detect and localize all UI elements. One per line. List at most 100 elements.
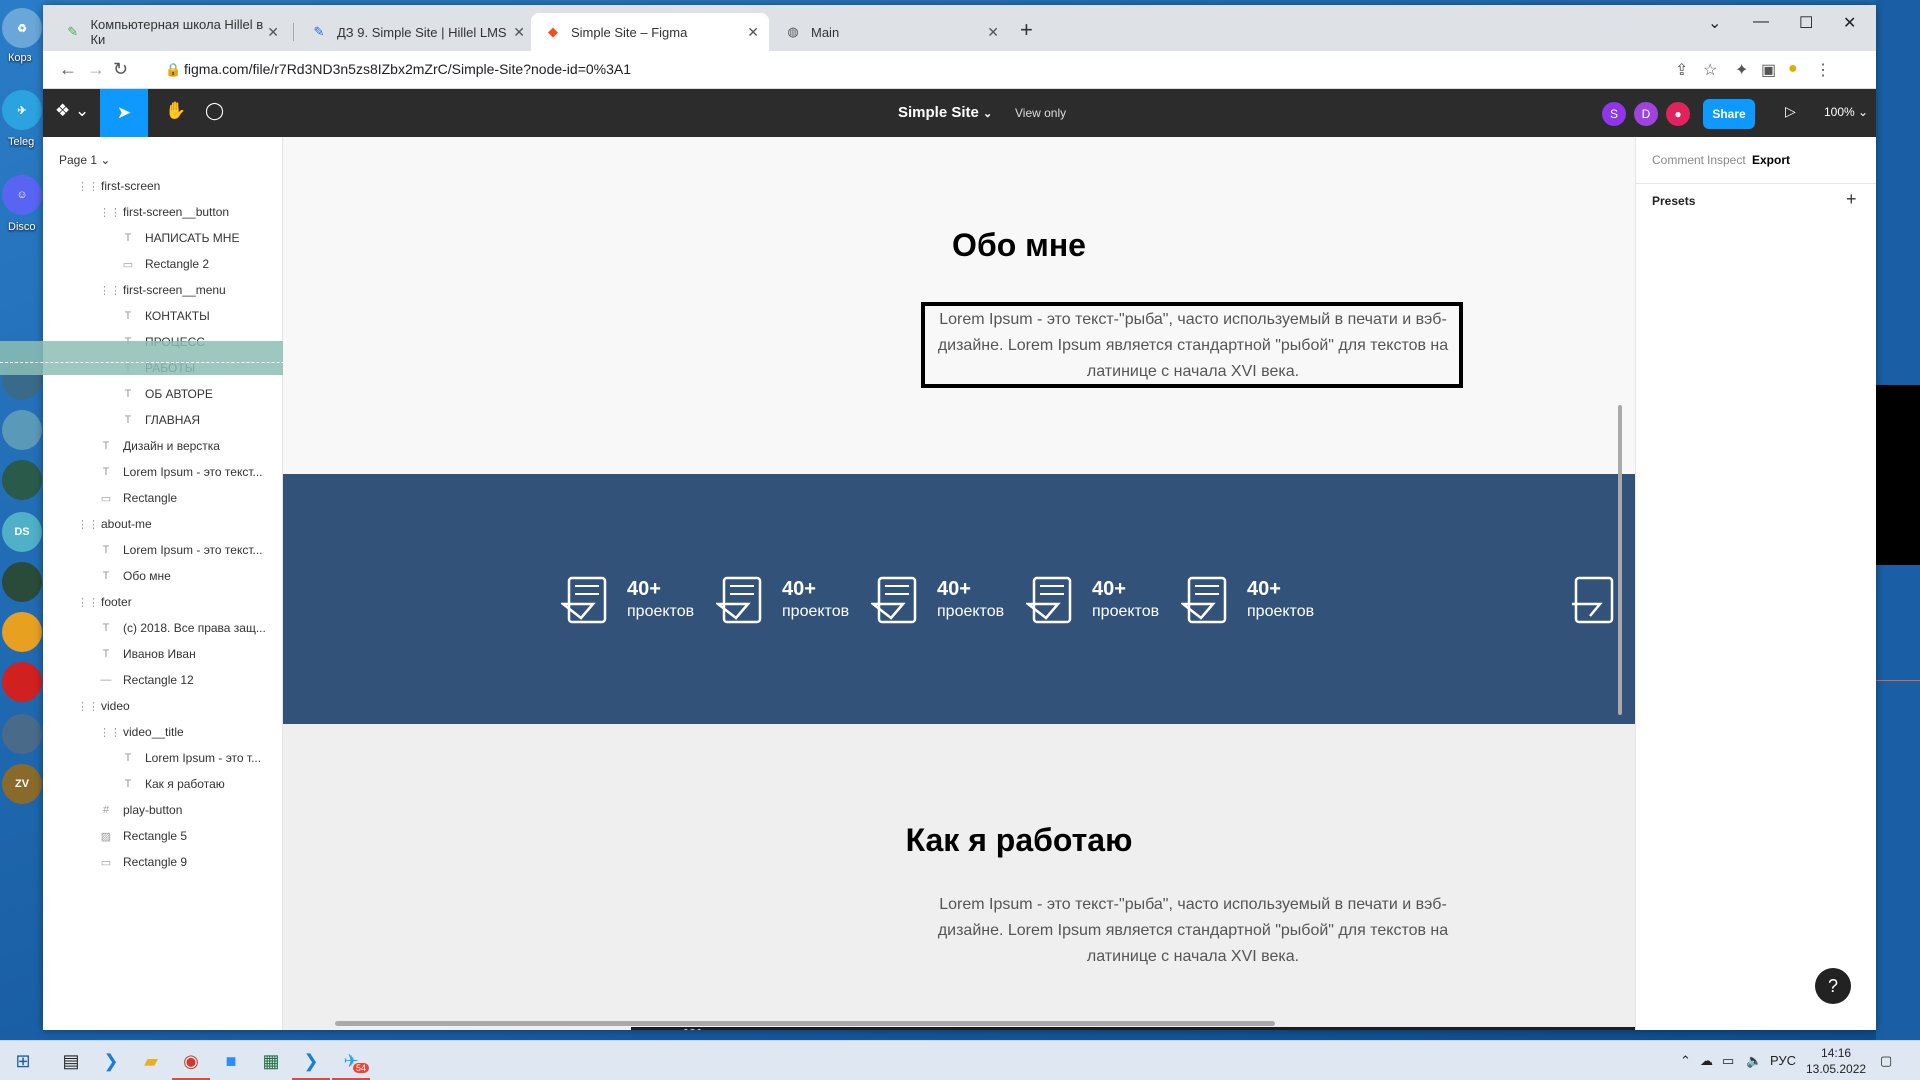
avatar[interactable]: ● bbox=[1666, 102, 1690, 126]
tray-chevron-icon[interactable]: ⌃ bbox=[1680, 1053, 1691, 1069]
menu-kebab-icon[interactable]: ⋮ bbox=[1815, 60, 1831, 80]
layer-item[interactable]: ▭ Rectangle 9 bbox=[99, 849, 187, 875]
layer-item[interactable]: T ГЛАВНАЯ bbox=[121, 407, 200, 433]
document-title[interactable]: Simple Site ⌄ bbox=[898, 104, 992, 121]
extension-bulb-icon[interactable]: ● bbox=[1788, 60, 1798, 78]
app-icon[interactable] bbox=[2, 460, 42, 500]
layer-item[interactable]: ▨ Rectangle 5 bbox=[99, 823, 187, 849]
present-play-icon[interactable]: ▷ bbox=[1785, 103, 1796, 120]
vscode-icon[interactable]: ❯ bbox=[98, 1049, 124, 1073]
vertical-scrollbar[interactable] bbox=[1618, 405, 1622, 715]
layer-item[interactable]: — Rectangle 12 bbox=[99, 667, 194, 693]
layer-item[interactable]: ⋮⋮ video__title bbox=[99, 719, 184, 745]
side-panel-icon[interactable]: ▣ bbox=[1761, 60, 1776, 80]
tab-export[interactable]: Export bbox=[1752, 153, 1790, 167]
tab-search-icon[interactable]: ⌄ bbox=[1708, 13, 1721, 33]
rect-icon: ▭ bbox=[100, 492, 112, 505]
tab-figma[interactable]: ◆ Simple Site – Figma ✕ bbox=[531, 13, 769, 51]
help-button[interactable]: ? bbox=[1815, 968, 1851, 1004]
recycle-bin-icon[interactable]: ♻ bbox=[2, 8, 42, 48]
task-view-icon[interactable]: ▤ bbox=[58, 1049, 84, 1073]
language-indicator[interactable]: РУС bbox=[1770, 1053, 1796, 1068]
layer-item[interactable]: T Обо мне bbox=[99, 563, 171, 589]
layer-item[interactable]: ⋮⋮ footer bbox=[77, 589, 132, 615]
app-icon[interactable] bbox=[2, 714, 42, 754]
layer-label: footer bbox=[101, 595, 132, 609]
add-preset-icon[interactable]: + bbox=[1846, 189, 1857, 210]
layer-item[interactable]: ⋮⋮ about-me bbox=[77, 511, 152, 537]
bookmark-star-icon[interactable]: ☆ bbox=[1703, 60, 1717, 80]
back-icon[interactable]: ← bbox=[59, 59, 77, 80]
app-icon[interactable] bbox=[2, 410, 42, 450]
maximize-button[interactable]: ☐ bbox=[1799, 13, 1813, 33]
tab-hillel-school[interactable]: ✎ Компьютерная школа Hillel в Ки ✕ bbox=[51, 13, 289, 51]
how-i-work-section: Как я работаю Lorem Ipsum - это текст-"р… bbox=[283, 724, 1635, 1030]
close-icon[interactable]: ✕ bbox=[267, 24, 279, 41]
share-page-icon[interactable]: ⇪ bbox=[1675, 60, 1688, 80]
layer-item[interactable]: # play-button bbox=[99, 797, 182, 823]
layer-item[interactable]: T Дизайн и верстка bbox=[99, 433, 220, 459]
app-icon[interactable]: ZV bbox=[2, 764, 42, 804]
layer-item[interactable]: T Иванов Иван bbox=[99, 641, 196, 667]
close-icon[interactable]: ✕ bbox=[747, 24, 759, 41]
clock[interactable]: 14:16 13.05.2022 bbox=[1806, 1045, 1866, 1077]
extensions-icon[interactable]: ✦ bbox=[1735, 60, 1748, 80]
forward-icon[interactable]: → bbox=[87, 59, 105, 80]
chrome-icon[interactable]: ◉ bbox=[178, 1049, 204, 1073]
vscode-icon[interactable]: ❯ bbox=[298, 1049, 324, 1073]
tab-lms-homework[interactable]: ✎ ДЗ 9. Simple Site | Hillel LMS ✕ bbox=[297, 13, 535, 51]
zoom-app-icon[interactable]: ■ bbox=[218, 1049, 244, 1073]
reload-icon[interactable]: ↻ bbox=[113, 59, 128, 80]
design-canvas[interactable]: Обо мне Lorem Ipsum - это текст-"рыба", … bbox=[283, 137, 1635, 1030]
zoom-dropdown[interactable]: 100% ⌄ bbox=[1824, 105, 1868, 119]
file-explorer-icon[interactable]: ▰ bbox=[138, 1049, 164, 1073]
new-tab-button[interactable]: + bbox=[1020, 17, 1033, 43]
rect-icon: ▭ bbox=[122, 258, 134, 271]
avatar[interactable]: S bbox=[1602, 102, 1626, 126]
layer-item[interactable]: T Lorem Ipsum - это текст... bbox=[99, 537, 263, 563]
layer-item[interactable]: ⋮⋮ first-screen bbox=[77, 173, 160, 199]
close-icon[interactable]: ✕ bbox=[987, 24, 999, 41]
excel-icon[interactable]: ▦ bbox=[258, 1049, 284, 1073]
volume-icon[interactable]: 🔈 bbox=[1746, 1053, 1762, 1069]
layer-item[interactable]: T (c) 2018. Все права защ... bbox=[99, 615, 266, 641]
start-icon[interactable]: ⊞ bbox=[10, 1049, 36, 1073]
layer-item[interactable]: T ОБ АВТОРЕ bbox=[121, 381, 213, 407]
move-tool-icon[interactable]: ➤ bbox=[100, 89, 148, 137]
layer-item[interactable]: ▭ Rectangle bbox=[99, 485, 177, 511]
lock-icon[interactable]: 🔒 bbox=[165, 62, 181, 78]
layer-item[interactable]: T КОНТАКТЫ bbox=[121, 303, 210, 329]
network-icon[interactable]: ▭ bbox=[1722, 1053, 1734, 1069]
onedrive-icon[interactable]: ☁ bbox=[1700, 1053, 1713, 1069]
discord-icon[interactable]: ☺ bbox=[2, 175, 42, 215]
layer-item[interactable]: ⋮⋮ first-screen__button bbox=[99, 199, 229, 225]
layer-item[interactable]: T Lorem Ipsum - это т... bbox=[121, 745, 261, 771]
app-icon[interactable] bbox=[2, 662, 42, 702]
hand-tool-icon[interactable]: ✋ bbox=[165, 101, 186, 121]
layer-item[interactable]: ⋮⋮ video bbox=[77, 693, 130, 719]
layer-item[interactable]: ⋮⋮ first-screen__menu bbox=[99, 277, 226, 303]
notifications-icon[interactable]: ▢ bbox=[1880, 1053, 1892, 1069]
page-selector[interactable]: Page 1 ⌄ bbox=[59, 153, 110, 167]
layer-item[interactable]: ▭ Rectangle 2 bbox=[121, 251, 209, 277]
tab-inspect[interactable]: Inspect bbox=[1707, 153, 1746, 167]
tab-main[interactable]: ◍ Main ✕ bbox=[771, 13, 1009, 51]
app-icon[interactable]: DS bbox=[2, 512, 42, 552]
app-icon[interactable] bbox=[2, 562, 42, 602]
close-window-button[interactable]: ✕ bbox=[1843, 13, 1856, 33]
figma-menu-icon[interactable]: ❖ ⌄ bbox=[55, 101, 89, 121]
share-button[interactable]: Share bbox=[1703, 99, 1755, 129]
layer-label: Rectangle 12 bbox=[123, 673, 194, 687]
tab-comment[interactable]: Comment bbox=[1652, 153, 1704, 167]
layer-item[interactable]: T Как я работаю bbox=[121, 771, 225, 797]
url-field[interactable]: figma.com/file/r7Rd3ND3n5zs8IZbx2mZrC/Si… bbox=[184, 61, 631, 77]
telegram-icon[interactable]: ✈ bbox=[2, 90, 42, 130]
layer-item[interactable]: T Lorem Ipsum - это текст... bbox=[99, 459, 263, 485]
close-icon[interactable]: ✕ bbox=[513, 24, 525, 41]
minimize-button[interactable]: — bbox=[1753, 13, 1769, 31]
comment-tool-icon[interactable]: ◯ bbox=[205, 101, 224, 121]
horizontal-scrollbar[interactable] bbox=[335, 1021, 1275, 1026]
app-icon[interactable] bbox=[2, 612, 42, 652]
avatar[interactable]: D bbox=[1634, 102, 1658, 126]
layer-item[interactable]: T НАПИСАТЬ МНЕ bbox=[121, 225, 240, 251]
